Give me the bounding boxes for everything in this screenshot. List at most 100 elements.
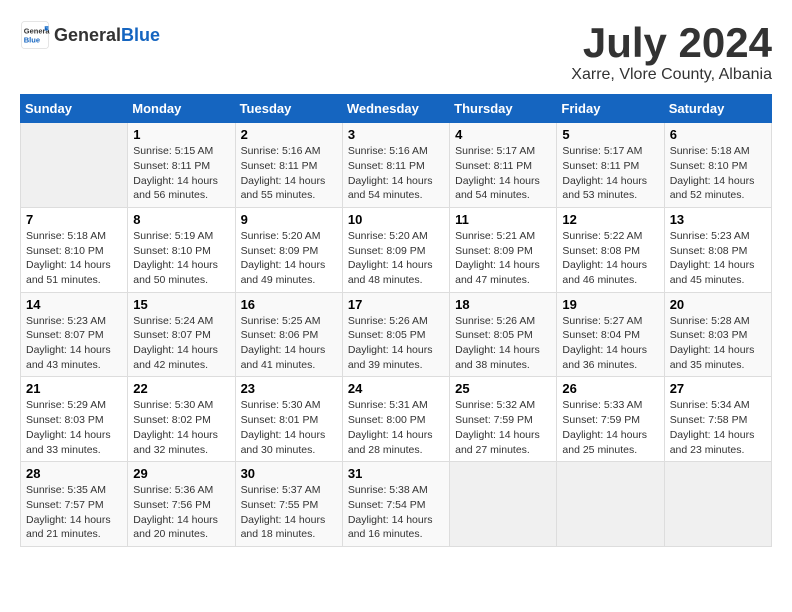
- cell-sun-info: Sunrise: 5:18 AMSunset: 8:10 PMDaylight:…: [670, 145, 755, 201]
- cell-date-number: 15: [133, 297, 229, 312]
- cell-date-number: 25: [455, 381, 551, 396]
- cell-sun-info: Sunrise: 5:35 AMSunset: 7:57 PMDaylight:…: [26, 484, 111, 540]
- cell-date-number: 9: [241, 212, 337, 227]
- cell-sun-info: Sunrise: 5:25 AMSunset: 8:06 PMDaylight:…: [241, 315, 326, 371]
- cell-sun-info: Sunrise: 5:34 AMSunset: 7:58 PMDaylight:…: [670, 399, 755, 455]
- cell-sun-info: Sunrise: 5:20 AMSunset: 8:09 PMDaylight:…: [348, 230, 433, 286]
- calendar-cell: 17 Sunrise: 5:26 AMSunset: 8:05 PMDayligh…: [342, 292, 449, 377]
- cell-date-number: 29: [133, 466, 229, 481]
- calendar-cell: 29 Sunrise: 5:36 AMSunset: 7:56 PMDayligh…: [128, 462, 235, 547]
- cell-date-number: 24: [348, 381, 444, 396]
- cell-sun-info: Sunrise: 5:30 AMSunset: 8:01 PMDaylight:…: [241, 399, 326, 455]
- calendar-cell: 3 Sunrise: 5:16 AMSunset: 8:11 PMDaylight…: [342, 123, 449, 208]
- cell-sun-info: Sunrise: 5:18 AMSunset: 8:10 PMDaylight:…: [26, 230, 111, 286]
- calendar-cell: [557, 462, 664, 547]
- cell-date-number: 8: [133, 212, 229, 227]
- calendar-cell: 7 Sunrise: 5:18 AMSunset: 8:10 PMDaylight…: [21, 207, 128, 292]
- day-header-wednesday: Wednesday: [342, 95, 449, 123]
- calendar-cell: 21Sunrise: 5:29 AMSunset: 8:03 PMDayligh…: [21, 377, 128, 462]
- cell-sun-info: Sunrise: 5:26 AMSunset: 8:05 PMDaylight:…: [348, 315, 433, 371]
- cell-date-number: 11: [455, 212, 551, 227]
- calendar-cell: 19 Sunrise: 5:27 AMSunset: 8:04 PMDayligh…: [557, 292, 664, 377]
- cell-sun-info: Sunrise: 5:17 AMSunset: 8:11 PMDaylight:…: [562, 145, 647, 201]
- calendar-cell: 26Sunrise: 5:33 AMSunset: 7:59 PMDayligh…: [557, 377, 664, 462]
- cell-date-number: 21: [26, 381, 122, 396]
- cell-sun-info: Sunrise: 5:31 AMSunset: 8:00 PMDaylight:…: [348, 399, 433, 455]
- calendar-cell: 12 Sunrise: 5:22 AMSunset: 8:08 PMDayligh…: [557, 207, 664, 292]
- calendar-cell: [21, 123, 128, 208]
- cell-date-number: 27: [670, 381, 766, 396]
- cell-date-number: 20: [670, 297, 766, 312]
- cell-sun-info: Sunrise: 5:22 AMSunset: 8:08 PMDaylight:…: [562, 230, 647, 286]
- cell-date-number: 14: [26, 297, 122, 312]
- calendar-cell: [664, 462, 771, 547]
- calendar-cell: 15 Sunrise: 5:24 AMSunset: 8:07 PMDayligh…: [128, 292, 235, 377]
- cell-date-number: 22: [133, 381, 229, 396]
- calendar-cell: 4Sunrise: 5:17 AMSunset: 8:11 PMDaylight…: [450, 123, 557, 208]
- calendar-week-row: 7 Sunrise: 5:18 AMSunset: 8:10 PMDaylight…: [21, 207, 772, 292]
- calendar-cell: 25 Sunrise: 5:32 AMSunset: 7:59 PMDayligh…: [450, 377, 557, 462]
- cell-sun-info: Sunrise: 5:37 AMSunset: 7:55 PMDaylight:…: [241, 484, 326, 540]
- calendar-cell: 1Sunrise: 5:15 AMSunset: 8:11 PMDaylight…: [128, 123, 235, 208]
- cell-date-number: 3: [348, 127, 444, 142]
- calendar-cell: 14Sunrise: 5:23 AMSunset: 8:07 PMDayligh…: [21, 292, 128, 377]
- svg-text:Blue: Blue: [24, 36, 40, 45]
- cell-sun-info: Sunrise: 5:27 AMSunset: 8:04 PMDaylight:…: [562, 315, 647, 371]
- calendar-week-row: 1Sunrise: 5:15 AMSunset: 8:11 PMDaylight…: [21, 123, 772, 208]
- logo-blue-text: Blue: [121, 25, 160, 46]
- header: General Blue General Blue July 2024 Xarr…: [20, 20, 772, 84]
- cell-date-number: 31: [348, 466, 444, 481]
- cell-sun-info: Sunrise: 5:38 AMSunset: 7:54 PMDaylight:…: [348, 484, 433, 540]
- day-header-sunday: Sunday: [21, 95, 128, 123]
- calendar-cell: 11 Sunrise: 5:21 AMSunset: 8:09 PMDayligh…: [450, 207, 557, 292]
- cell-date-number: 16: [241, 297, 337, 312]
- cell-date-number: 18: [455, 297, 551, 312]
- calendar-cell: 18 Sunrise: 5:26 AMSunset: 8:05 PMDayligh…: [450, 292, 557, 377]
- cell-date-number: 6: [670, 127, 766, 142]
- cell-sun-info: Sunrise: 5:23 AMSunset: 8:08 PMDaylight:…: [670, 230, 755, 286]
- cell-sun-info: Sunrise: 5:16 AMSunset: 8:11 PMDaylight:…: [348, 145, 433, 201]
- calendar-subtitle: Xarre, Vlore County, Albania: [571, 66, 772, 84]
- calendar-cell: 31 Sunrise: 5:38 AMSunset: 7:54 PMDayligh…: [342, 462, 449, 547]
- calendar-cell: 16 Sunrise: 5:25 AMSunset: 8:06 PMDayligh…: [235, 292, 342, 377]
- calendar-cell: 30 Sunrise: 5:37 AMSunset: 7:55 PMDayligh…: [235, 462, 342, 547]
- calendar-week-row: 14Sunrise: 5:23 AMSunset: 8:07 PMDayligh…: [21, 292, 772, 377]
- logo: General Blue General Blue: [20, 20, 160, 50]
- calendar-cell: [450, 462, 557, 547]
- calendar-week-row: 21Sunrise: 5:29 AMSunset: 8:03 PMDayligh…: [21, 377, 772, 462]
- cell-date-number: 12: [562, 212, 658, 227]
- calendar-cell: 13 Sunrise: 5:23 AMSunset: 8:08 PMDayligh…: [664, 207, 771, 292]
- cell-sun-info: Sunrise: 5:19 AMSunset: 8:10 PMDaylight:…: [133, 230, 218, 286]
- calendar-table: SundayMondayTuesdayWednesdayThursdayFrid…: [20, 94, 772, 547]
- calendar-cell: 20 Sunrise: 5:28 AMSunset: 8:03 PMDayligh…: [664, 292, 771, 377]
- calendar-cell: 2Sunrise: 5:16 AMSunset: 8:11 PMDaylight…: [235, 123, 342, 208]
- cell-sun-info: Sunrise: 5:36 AMSunset: 7:56 PMDaylight:…: [133, 484, 218, 540]
- cell-sun-info: Sunrise: 5:24 AMSunset: 8:07 PMDaylight:…: [133, 315, 218, 371]
- logo-general-text: General: [54, 25, 121, 46]
- cell-date-number: 2: [241, 127, 337, 142]
- cell-sun-info: Sunrise: 5:32 AMSunset: 7:59 PMDaylight:…: [455, 399, 540, 455]
- calendar-title: July 2024: [571, 20, 772, 66]
- cell-sun-info: Sunrise: 5:21 AMSunset: 8:09 PMDaylight:…: [455, 230, 540, 286]
- cell-date-number: 23: [241, 381, 337, 396]
- cell-date-number: 30: [241, 466, 337, 481]
- cell-date-number: 7: [26, 212, 122, 227]
- cell-date-number: 13: [670, 212, 766, 227]
- calendar-cell: 22Sunrise: 5:30 AMSunset: 8:02 PMDayligh…: [128, 377, 235, 462]
- cell-sun-info: Sunrise: 5:26 AMSunset: 8:05 PMDaylight:…: [455, 315, 540, 371]
- calendar-cell: 28Sunrise: 5:35 AMSunset: 7:57 PMDayligh…: [21, 462, 128, 547]
- cell-date-number: 5: [562, 127, 658, 142]
- cell-sun-info: Sunrise: 5:28 AMSunset: 8:03 PMDaylight:…: [670, 315, 755, 371]
- calendar-cell: 6 Sunrise: 5:18 AMSunset: 8:10 PMDaylight…: [664, 123, 771, 208]
- cell-date-number: 26: [562, 381, 658, 396]
- calendar-cell: 5 Sunrise: 5:17 AMSunset: 8:11 PMDaylight…: [557, 123, 664, 208]
- calendar-cell: 24 Sunrise: 5:31 AMSunset: 8:00 PMDayligh…: [342, 377, 449, 462]
- calendar-cell: 23 Sunrise: 5:30 AMSunset: 8:01 PMDayligh…: [235, 377, 342, 462]
- cell-date-number: 1: [133, 127, 229, 142]
- cell-date-number: 17: [348, 297, 444, 312]
- calendar-week-row: 28Sunrise: 5:35 AMSunset: 7:57 PMDayligh…: [21, 462, 772, 547]
- cell-date-number: 19: [562, 297, 658, 312]
- cell-sun-info: Sunrise: 5:20 AMSunset: 8:09 PMDaylight:…: [241, 230, 326, 286]
- day-header-thursday: Thursday: [450, 95, 557, 123]
- day-header-saturday: Saturday: [664, 95, 771, 123]
